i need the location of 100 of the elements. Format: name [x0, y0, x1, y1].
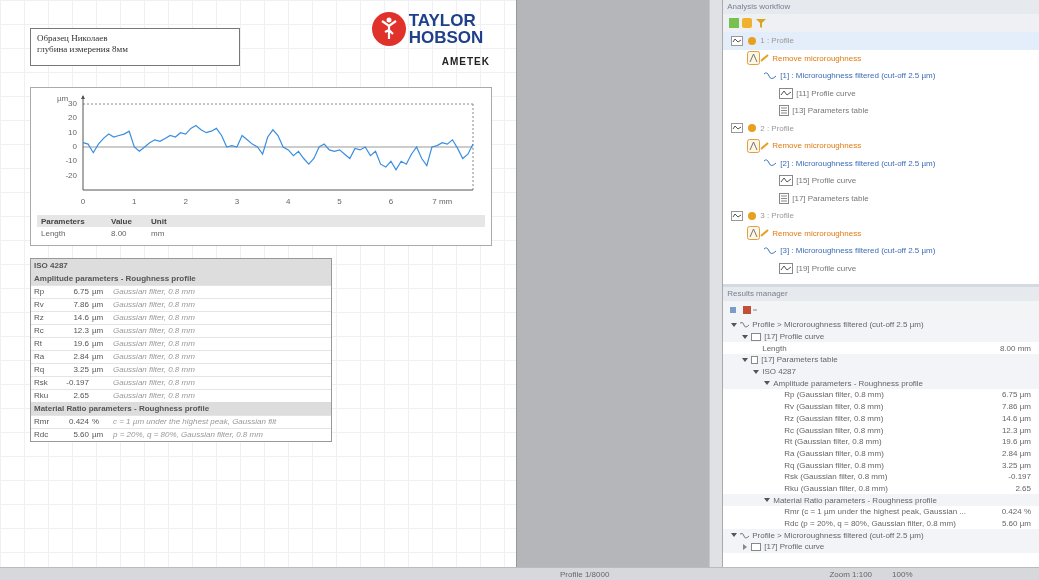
status-text: 100% [892, 569, 913, 579]
table-cell-text: µm [92, 351, 105, 363]
wave-icon [763, 245, 778, 256]
result-value: 19.6 µm [1001, 437, 1031, 447]
table-cell-text: Rp [34, 286, 46, 298]
workflow-row[interactable]: Remove microroughness [723, 137, 1039, 155]
report-title: Образец Николаев [37, 33, 109, 44]
wave-icon [740, 531, 750, 539]
table-cell-text: Rv [34, 299, 45, 311]
workflow-row[interactable]: 2 : Profile [723, 119, 1039, 137]
collapse-arrow-icon[interactable] [742, 356, 749, 363]
tick-label: 3 [234, 197, 240, 206]
tick-label: 10 [68, 127, 77, 137]
table-cell-text: Gaussian filter, 0.8 mm [113, 390, 196, 402]
table-cell-text: Rmr [34, 416, 51, 428]
table-icon [751, 355, 759, 364]
result-value: 2.65 [1015, 483, 1031, 493]
tick-label: 4 [286, 197, 291, 206]
profile-icon [731, 122, 758, 135]
collapse-arrow-icon[interactable] [742, 333, 749, 340]
workflow-row[interactable]: [2] : Microroughness filtered (cut-off 2.5 µm) [723, 154, 1039, 172]
collapse-arrow-icon[interactable] [753, 368, 760, 375]
collapse-arrow-icon[interactable] [731, 321, 738, 328]
workflow-row[interactable]: [19] Profile curve [723, 259, 1039, 277]
table-cell-text: % [92, 416, 101, 428]
workflow-row[interactable]: 3 : Profile [723, 207, 1039, 225]
table-cell-text: µm [92, 325, 105, 337]
report-title: глубина измерения 8мм [37, 44, 129, 55]
curve-icon [779, 175, 794, 187]
workflow-row[interactable]: [1] : Microroughness filtered (cut-off 2.5 µm) [723, 67, 1039, 85]
table-cell-text: Rq [34, 364, 46, 376]
result-value: 3.25 µm [1001, 460, 1031, 470]
tick-label: -20 [65, 170, 77, 180]
tick-label: 5 [337, 197, 342, 206]
table-cell-text: Gaussian filter, 0.8 mm [113, 351, 196, 363]
column-header: Unit [151, 216, 168, 226]
table-cell-text: µm [92, 338, 105, 350]
result-row[interactable]: Profile > Microroughness filtered (cut-off 2.5 µm) [723, 529, 1039, 542]
result-value: 2.84 µm [1001, 448, 1031, 458]
result-value: 12.3 µm [1001, 425, 1031, 435]
table-cell-text: Rt [34, 338, 43, 350]
brand-logo-text: AMETEK [441, 56, 490, 67]
profile-icon [731, 209, 758, 222]
section-header: Amplitude parameters - Roughness profile [31, 272, 331, 285]
table-cell-text: Gaussian filter, 0.8 mm [113, 286, 196, 298]
table-cell-text: Rsk [34, 377, 49, 389]
table-icon [779, 192, 790, 204]
result-value: 8.00 mm [999, 343, 1031, 353]
table-cell-text: Rz [34, 312, 45, 324]
column-header: Value [111, 216, 133, 226]
column-header: Parameters [41, 216, 86, 226]
table-cell-text: 6.75 [72, 286, 89, 298]
status-text: Zoom 1:100 [829, 569, 873, 579]
collapse-arrow-icon[interactable] [764, 497, 771, 504]
tick-label: 2 [183, 197, 188, 206]
table-cell-text: c = 1 µm under the highest peak, Gaussian filt [113, 416, 278, 428]
table-cell-text: 19.6 [72, 338, 89, 350]
operator-icon [747, 138, 770, 153]
result-row[interactable]: Material Ratio parameters - Roughness profile [723, 494, 1039, 506]
result-row[interactable]: [17] Parameters table [723, 354, 1039, 366]
collapse-arrow-icon[interactable] [764, 380, 771, 387]
table-cell-text: -0.197 [65, 377, 89, 389]
workflow-row[interactable]: [15] Profile curve [723, 172, 1039, 190]
result-row[interactable]: [17] Profile curve [723, 541, 1039, 553]
scrollbar[interactable] [709, 0, 723, 567]
table-cell-text: 8.00 [111, 228, 128, 238]
workflow-row[interactable]: Remove microroughness [723, 49, 1039, 67]
workflow-row[interactable]: [3] : Microroughness filtered (cut-off 2.5 µm) [723, 242, 1039, 260]
workflow-row[interactable]: Remove microroughness [723, 224, 1039, 242]
table-cell-text: p = 20%, q = 80%, Gaussian filter, 0.8 mm [113, 429, 264, 441]
result-value: 14.6 µm [1001, 413, 1031, 423]
result-row[interactable]: Amplitude parameters - Roughness profile [723, 377, 1039, 390]
collapse-arrow-icon[interactable] [731, 532, 738, 539]
table-cell-text: Gaussian filter, 0.8 mm [113, 299, 196, 311]
table-cell-text: Gaussian filter, 0.8 mm [113, 338, 196, 350]
workflow-row[interactable]: [13] Parameters table [723, 102, 1039, 120]
table-cell-text: 0.424 [67, 416, 89, 428]
table-title: ISO 4287 [31, 259, 331, 272]
table-cell-text: µm [92, 299, 105, 311]
table-icon [779, 105, 790, 117]
tick-label: 0 [72, 142, 77, 152]
result-row[interactable]: Profile > Microroughness filtered (cut-off 2.5 µm) [723, 319, 1039, 331]
curve-icon [779, 87, 794, 99]
table-cell-text: 3.25 [72, 364, 89, 376]
table-cell-text: µm [92, 286, 105, 298]
tick-label: 6 [388, 197, 394, 206]
table-cell-text: 7.86 [72, 299, 89, 311]
table-cell-text: 12.3 [72, 325, 89, 337]
workflow-row[interactable]: [11] Profile curve [723, 84, 1039, 102]
wave-icon [763, 158, 778, 169]
status-text: Profile 1/8000 [560, 569, 610, 579]
logo-text: HOBSON [408, 29, 484, 46]
profile-icon [731, 34, 758, 47]
result-value: -0.197 [1008, 472, 1031, 482]
workflow-row[interactable]: [17] Parameters table [723, 189, 1039, 207]
result-value: 7.86 µm [1001, 402, 1031, 412]
logo-icon [371, 12, 406, 46]
expand-arrow-icon[interactable] [742, 543, 749, 550]
panel-title: Analysis workflow [723, 0, 1039, 14]
tick-label: -10 [65, 156, 77, 166]
